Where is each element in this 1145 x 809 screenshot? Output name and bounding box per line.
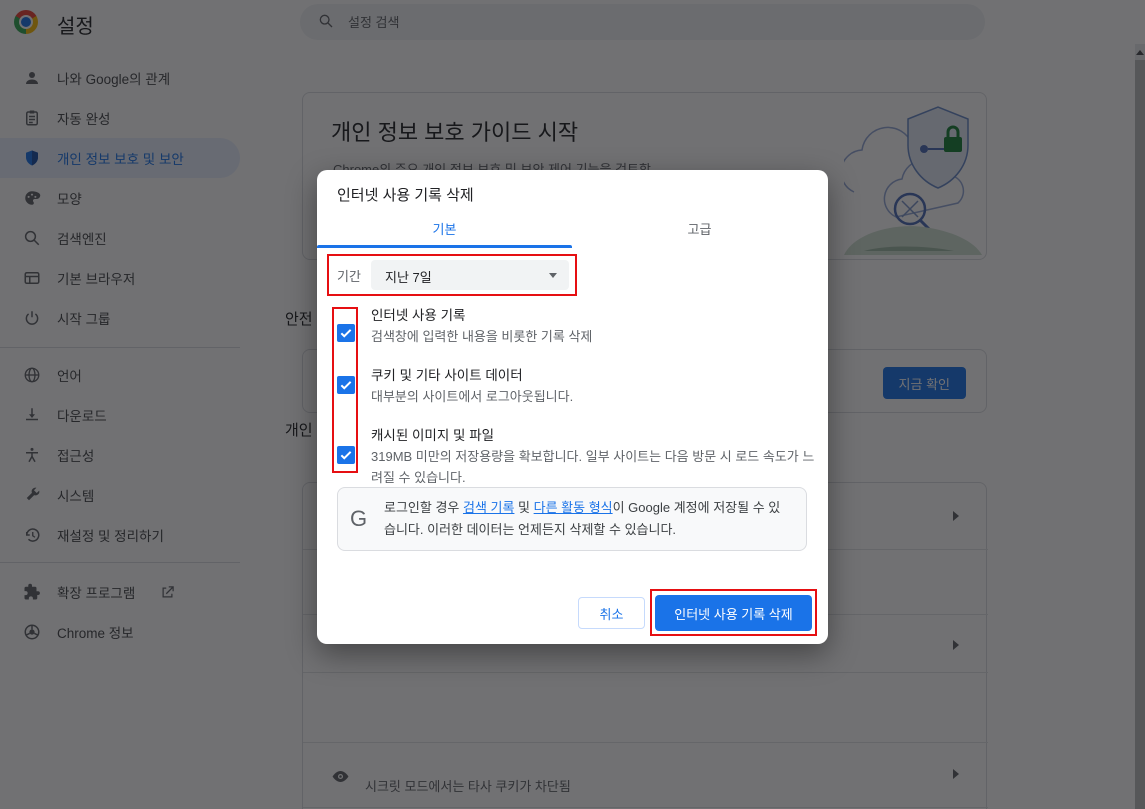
checkbox-title: 인터넷 사용 기록 <box>371 304 465 324</box>
checkbox-desc: 대부분의 사이트에서 로그아웃됩니다. <box>371 386 821 407</box>
cancel-button[interactable]: 취소 <box>578 597 645 629</box>
time-range-value: 지난 7일 <box>385 267 432 286</box>
dialog-title: 인터넷 사용 기록 삭제 <box>337 184 474 205</box>
google-account-notice: G 로그인할 경우 검색 기록 및 다른 활동 형식이 Google 계정에 저… <box>337 487 807 551</box>
time-range-label: 기간 <box>337 266 361 285</box>
checkbox-title: 쿠키 및 기타 사이트 데이터 <box>371 364 523 384</box>
google-g-icon: G <box>350 506 367 532</box>
chevron-down-icon <box>549 273 557 278</box>
checkbox-desc: 검색창에 입력한 내용을 비롯한 기록 삭제 <box>371 326 821 347</box>
notice-prefix: 로그인할 경우 <box>384 500 463 515</box>
selected-tab-underline <box>317 245 572 248</box>
other-activity-link[interactable]: 다른 활동 형식 <box>534 500 613 515</box>
time-range-select[interactable]: 지난 7일 <box>371 260 569 290</box>
tab-basic[interactable]: 기본 <box>317 214 572 246</box>
clear-data-button[interactable]: 인터넷 사용 기록 삭제 <box>655 595 812 631</box>
checkbox-desc: 319MB 미만의 저장용량을 확보합니다. 일부 사이트는 다음 방문 시 로… <box>371 446 821 488</box>
checkbox-cookies[interactable] <box>337 376 355 394</box>
chrome-settings-page: 설정 나와 Google의 관계 자동 완성 개인 정보 보호 및 보 <box>0 0 1145 809</box>
tab-advanced[interactable]: 고급 <box>572 214 827 246</box>
search-history-link[interactable]: 검색 기록 <box>463 500 514 515</box>
clear-browsing-data-dialog: 인터넷 사용 기록 삭제 기본 고급 기간 지난 7일 인터넷 사용 기록 검색… <box>317 170 828 644</box>
notice-text: 로그인할 경우 검색 기록 및 다른 활동 형식이 Google 계정에 저장될… <box>384 497 792 541</box>
checkbox-title: 캐시된 이미지 및 파일 <box>371 424 494 444</box>
checkbox-cached-files[interactable] <box>337 446 355 464</box>
notice-middle: 및 <box>514 500 533 515</box>
checkbox-browsing-history[interactable] <box>337 324 355 342</box>
